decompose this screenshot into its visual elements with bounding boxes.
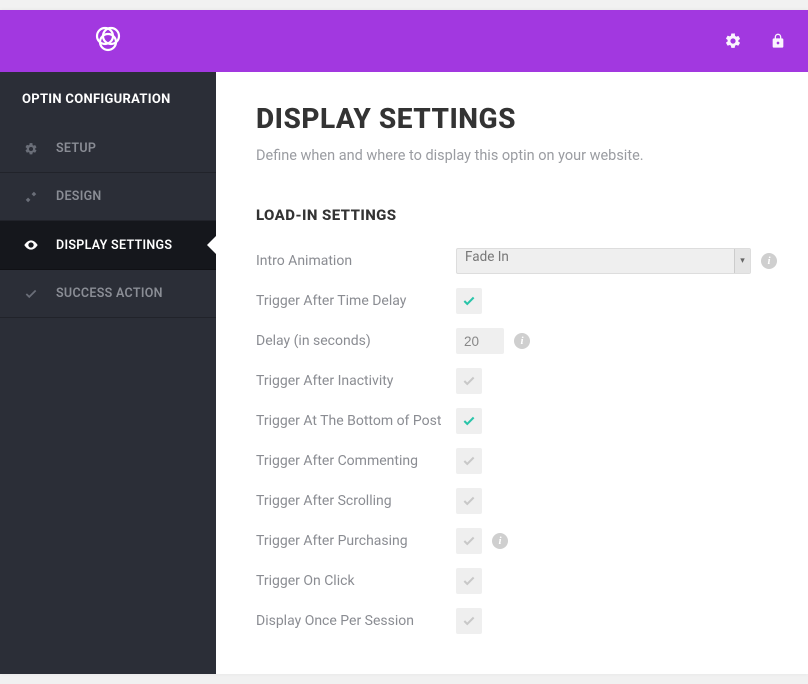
- select-intro-animation[interactable]: Fade In ▾: [456, 248, 751, 274]
- section-title: LOAD-IN SETTINGS: [256, 206, 768, 224]
- row-trigger-click: Trigger On Click: [256, 568, 768, 594]
- checkbox-trigger-purchasing[interactable]: [456, 528, 482, 554]
- label-trigger-time-delay: Trigger After Time Delay: [256, 293, 456, 309]
- chevron-down-icon: ▾: [734, 249, 750, 273]
- row-trigger-scrolling: Trigger After Scrolling: [256, 488, 768, 514]
- page-subtitle: Define when and where to display this op…: [256, 147, 768, 164]
- sidebar-item-success-action[interactable]: SUCCESS ACTION: [0, 270, 216, 318]
- row-trigger-inactivity: Trigger After Inactivity: [256, 368, 768, 394]
- sidebar-item-label: SETUP: [56, 141, 96, 156]
- label-trigger-commenting: Trigger After Commenting: [256, 453, 456, 469]
- content-pane: DISPLAY SETTINGS Define when and where t…: [216, 72, 808, 674]
- brush-icon: [22, 190, 40, 204]
- label-trigger-scrolling: Trigger After Scrolling: [256, 493, 456, 509]
- sidebar: OPTIN CONFIGURATION SETUP DESIGN DISPLAY…: [0, 72, 216, 674]
- sidebar-item-setup[interactable]: SETUP: [0, 125, 216, 173]
- check-icon: [22, 287, 40, 301]
- sidebar-title: OPTIN CONFIGURATION: [0, 72, 216, 125]
- sidebar-item-label: DISPLAY SETTINGS: [56, 238, 172, 253]
- sidebar-item-design[interactable]: DESIGN: [0, 173, 216, 221]
- checkbox-trigger-commenting[interactable]: [456, 448, 482, 474]
- main-layout: OPTIN CONFIGURATION SETUP DESIGN DISPLAY…: [0, 72, 808, 674]
- checkbox-trigger-time-delay[interactable]: [456, 288, 482, 314]
- bloom-logo-icon: [92, 23, 124, 59]
- info-icon[interactable]: i: [492, 533, 508, 549]
- page-title: DISPLAY SETTINGS: [256, 102, 768, 135]
- label-trigger-purchasing: Trigger After Purchasing: [256, 533, 456, 549]
- topbar: [0, 10, 808, 72]
- row-trigger-time-delay: Trigger After Time Delay: [256, 288, 768, 314]
- label-trigger-click: Trigger On Click: [256, 573, 456, 589]
- settings-gear-icon[interactable]: [724, 32, 742, 50]
- label-delay-seconds: Delay (in seconds): [256, 333, 456, 349]
- label-intro-animation: Intro Animation: [256, 253, 456, 269]
- logo-wrap: [0, 23, 216, 59]
- select-value: Fade In: [465, 249, 509, 265]
- checkbox-trigger-scrolling[interactable]: [456, 488, 482, 514]
- label-display-once: Display Once Per Session: [256, 613, 456, 629]
- row-intro-animation: Intro Animation Fade In ▾ i: [256, 248, 768, 274]
- gear-icon: [22, 142, 40, 156]
- sidebar-item-label: SUCCESS ACTION: [56, 286, 163, 301]
- checkbox-trigger-bottom-post[interactable]: [456, 408, 482, 434]
- checkbox-trigger-inactivity[interactable]: [456, 368, 482, 394]
- sidebar-item-display-settings[interactable]: DISPLAY SETTINGS: [0, 221, 216, 270]
- checkbox-trigger-click[interactable]: [456, 568, 482, 594]
- label-trigger-bottom-post: Trigger At The Bottom of Post: [256, 413, 456, 429]
- info-icon[interactable]: i: [761, 253, 777, 269]
- row-display-once: Display Once Per Session: [256, 608, 768, 634]
- input-delay-seconds[interactable]: [456, 328, 504, 354]
- row-delay-seconds: Delay (in seconds) i: [256, 328, 768, 354]
- lock-icon[interactable]: [770, 33, 786, 49]
- checkbox-display-once[interactable]: [456, 608, 482, 634]
- eye-icon: [22, 237, 40, 253]
- sidebar-item-label: DESIGN: [56, 189, 102, 204]
- row-trigger-commenting: Trigger After Commenting: [256, 448, 768, 474]
- app-window: OPTIN CONFIGURATION SETUP DESIGN DISPLAY…: [0, 10, 808, 674]
- info-icon[interactable]: i: [514, 333, 530, 349]
- row-trigger-purchasing: Trigger After Purchasing i: [256, 528, 768, 554]
- row-trigger-bottom-post: Trigger At The Bottom of Post: [256, 408, 768, 434]
- label-trigger-inactivity: Trigger After Inactivity: [256, 373, 456, 389]
